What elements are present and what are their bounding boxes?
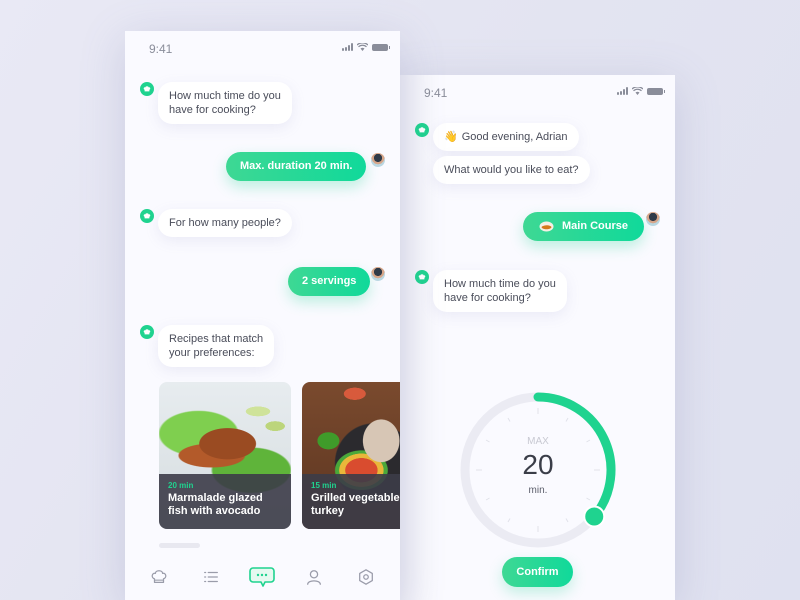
bot-message: 👋 Good evening, Adrian bbox=[433, 123, 579, 151]
dial-tick bbox=[485, 497, 490, 501]
status-icons bbox=[342, 43, 390, 51]
dial-handle bbox=[583, 505, 606, 528]
recipe-time: 15 min bbox=[311, 481, 337, 490]
status-bar: 9:41 bbox=[400, 75, 675, 111]
recipe-title-line: fish with avocado bbox=[168, 505, 261, 517]
bot-avatar-icon bbox=[140, 82, 154, 96]
tab-list[interactable] bbox=[196, 562, 226, 592]
tab-recipes[interactable] bbox=[144, 562, 174, 592]
tab-settings[interactable] bbox=[351, 562, 381, 592]
recipe-title-line: turkey bbox=[311, 505, 345, 517]
user-reply: Main Course bbox=[523, 212, 645, 241]
message-text: Good evening, Adrian bbox=[461, 131, 568, 143]
user-avatar bbox=[371, 153, 385, 167]
recipe-title-line: Marmalade glazed bbox=[168, 492, 263, 504]
status-icons bbox=[617, 87, 665, 95]
message-line: How much time do you bbox=[444, 278, 556, 290]
reply-text: Main Course bbox=[562, 220, 629, 232]
bot-message: How much time do you have for cooking? bbox=[433, 270, 567, 312]
message-line: For how many people? bbox=[169, 217, 281, 229]
tab-bar bbox=[125, 554, 400, 600]
bot-message: Recipes that match your preferences: bbox=[158, 325, 275, 367]
message-line: your preferences: bbox=[169, 347, 255, 359]
recipe-info: 20 min Marmalade glazed fish with avocad… bbox=[159, 474, 291, 529]
bot-avatar-icon bbox=[140, 325, 154, 339]
bot-message: What would you like to eat? bbox=[433, 156, 590, 184]
bot-avatar-icon bbox=[415, 270, 429, 284]
recipe-card[interactable]: 15 min Grilled vegetable turkey bbox=[302, 382, 400, 529]
recipe-card[interactable]: 20 min Marmalade glazed fish with avocad… bbox=[159, 382, 291, 529]
recipe-info: 15 min Grilled vegetable turkey bbox=[302, 474, 400, 529]
waving-hand-icon: 👋 bbox=[444, 131, 458, 143]
settings-icon bbox=[359, 569, 374, 585]
reply-text: Max. duration 20 min. bbox=[240, 160, 353, 172]
duration-dial[interactable]: MAX 20 min. bbox=[457, 389, 619, 551]
dial-value: 20 bbox=[522, 449, 554, 480]
dial-tick bbox=[565, 518, 569, 523]
horizontal-scrollbar[interactable] bbox=[159, 543, 200, 548]
battery-icon bbox=[372, 43, 390, 51]
message-line: have for cooking? bbox=[444, 292, 531, 304]
recipe-time: 20 min bbox=[168, 481, 194, 490]
dial-tick bbox=[565, 417, 569, 422]
dial-unit: min. bbox=[528, 485, 548, 496]
bot-message: How much time do you have for cooking? bbox=[158, 82, 292, 124]
chat-icon bbox=[249, 567, 276, 587]
wifi-icon bbox=[632, 87, 643, 95]
tab-profile[interactable] bbox=[299, 562, 329, 592]
user-avatar bbox=[646, 212, 660, 226]
list-icon bbox=[203, 571, 218, 583]
tab-chat[interactable] bbox=[247, 562, 277, 592]
status-bar: 9:41 bbox=[125, 31, 400, 67]
chat-screen-right: 9:41 👋 Good evening, Adrian What would yo… bbox=[400, 75, 675, 600]
dial-tick bbox=[507, 417, 511, 422]
user-reply: 2 servings bbox=[288, 267, 371, 296]
dish-icon bbox=[539, 221, 554, 232]
recipe-title-line: Grilled vegetable bbox=[311, 492, 400, 504]
wifi-icon bbox=[357, 43, 368, 51]
battery-icon bbox=[647, 87, 665, 95]
user-reply: Max. duration 20 min. bbox=[226, 152, 367, 181]
dial-tick bbox=[507, 518, 511, 523]
signal-icon bbox=[617, 87, 628, 95]
confirm-button[interactable]: Confirm bbox=[502, 557, 573, 587]
status-time: 9:41 bbox=[149, 42, 173, 56]
message-text: What would you like to eat? bbox=[444, 164, 579, 176]
profile-icon bbox=[307, 570, 322, 585]
signal-icon bbox=[342, 43, 353, 51]
chat-screen-left: 9:41 How much time do you have for cooki… bbox=[125, 31, 400, 600]
dial-max-label: MAX bbox=[527, 436, 549, 447]
chef-hat-icon bbox=[151, 570, 167, 584]
user-avatar bbox=[371, 267, 385, 281]
bot-avatar-icon bbox=[415, 123, 429, 137]
dial-tick bbox=[586, 497, 591, 501]
message-line: have for cooking? bbox=[169, 104, 256, 116]
bot-message: For how many people? bbox=[158, 209, 292, 237]
status-time: 9:41 bbox=[424, 86, 448, 100]
message-line: How much time do you bbox=[169, 90, 281, 102]
reply-text: 2 servings bbox=[302, 275, 357, 287]
message-line: Recipes that match bbox=[169, 333, 264, 345]
bot-avatar-icon bbox=[140, 209, 154, 223]
